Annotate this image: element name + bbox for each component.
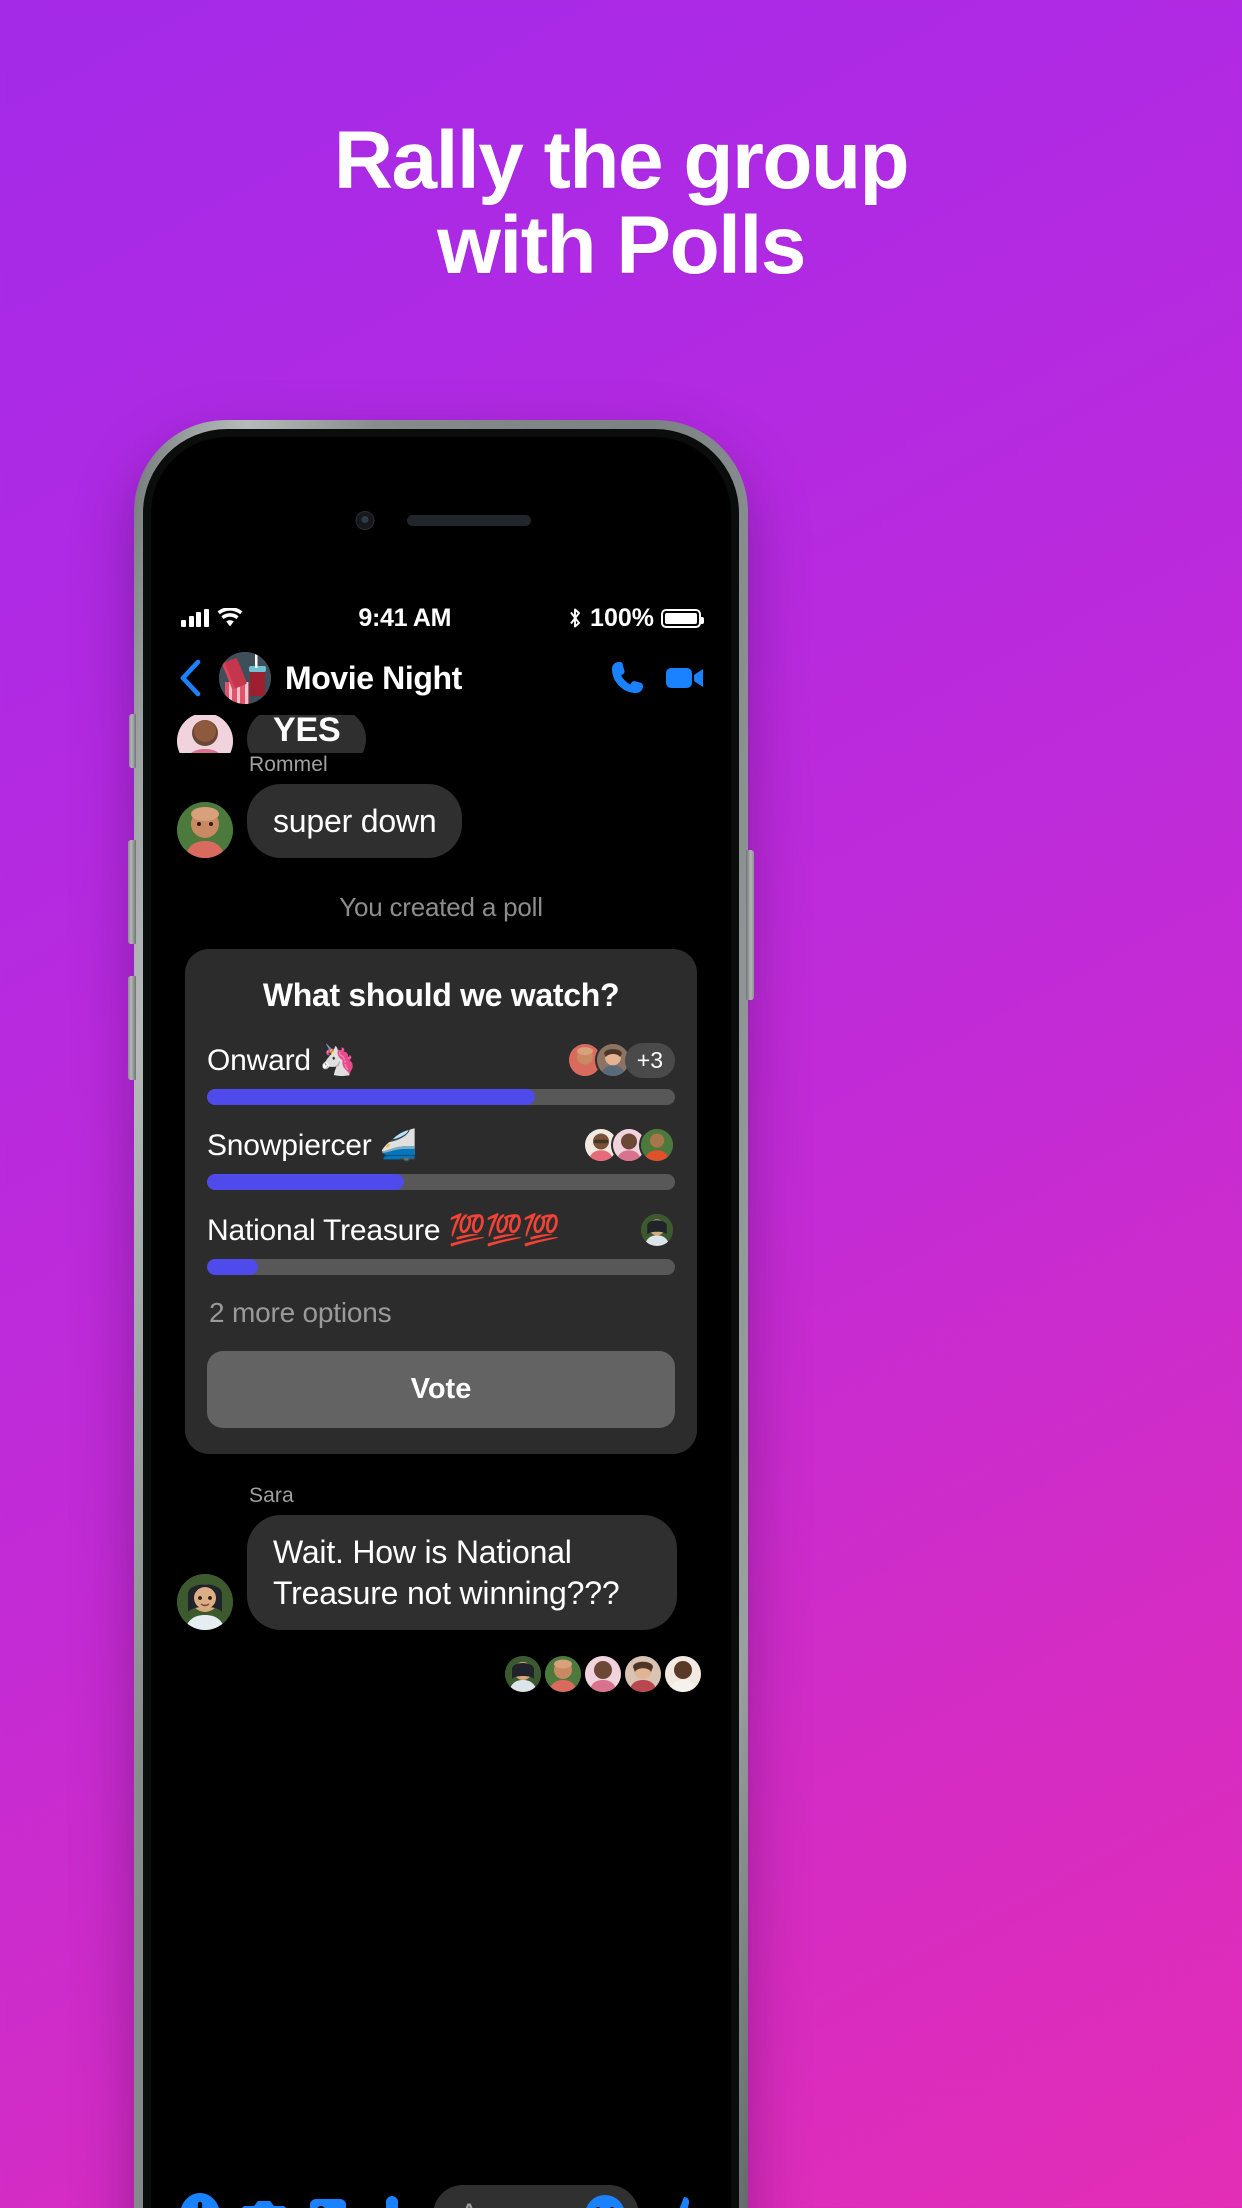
phone-screen: 9:41 AM 100% Movie Night YES Rommel supe… xyxy=(151,595,731,2208)
headline-line-2: with Polls xyxy=(437,200,806,292)
poll-option-voters[interactable]: +3 xyxy=(566,1042,675,1079)
clipped-message-row: YES xyxy=(177,715,705,753)
avatar[interactable] xyxy=(177,715,233,753)
poll-progress-fill xyxy=(207,1089,535,1106)
video-camera-icon[interactable] xyxy=(663,657,705,699)
volume-down-button[interactable] xyxy=(128,976,136,1080)
status-bar-right: 100% xyxy=(567,603,704,633)
status-bar-time: 9:41 AM xyxy=(358,603,452,632)
battery-percent-label: 100% xyxy=(590,603,654,632)
poll-progress-track xyxy=(207,1259,675,1276)
vote-button[interactable]: Vote xyxy=(207,1351,675,1429)
earpiece-speaker xyxy=(407,515,531,526)
poll-option-voters[interactable] xyxy=(639,1212,675,1249)
group-avatar-movie-tickets[interactable] xyxy=(219,652,271,704)
phone-bezel: 9:41 AM 100% Movie Night YES Rommel supe… xyxy=(151,437,731,2208)
cellular-bars-icon xyxy=(181,609,209,627)
voter-avatar[interactable] xyxy=(639,1212,675,1249)
message-list[interactable]: YES Rommel super down You created a poll… xyxy=(151,715,731,2152)
message-row: Wait. How is National Treasure not winni… xyxy=(177,1515,705,1630)
power-button[interactable] xyxy=(746,850,754,1000)
volume-up-button[interactable] xyxy=(128,840,136,944)
poll-progress-track xyxy=(207,1089,675,1106)
status-bar-left xyxy=(181,608,243,628)
seen-avatar[interactable] xyxy=(545,1655,581,1692)
chat-header: Movie Night xyxy=(151,641,731,715)
camera-icon[interactable] xyxy=(241,2192,287,2208)
thumbs-up-icon[interactable] xyxy=(657,2191,705,2208)
message-input-placeholder: Aa xyxy=(459,2198,583,2208)
seen-avatar[interactable] xyxy=(665,1655,701,1692)
poll-option-label: Snowpiercer 🚄 xyxy=(207,1128,417,1162)
message-row: super down xyxy=(177,784,705,859)
poll-progress-fill xyxy=(207,1174,404,1191)
avatar[interactable] xyxy=(177,1573,233,1630)
front-camera-icon xyxy=(355,511,375,530)
wifi-icon xyxy=(217,608,242,627)
status-bar: 9:41 AM 100% xyxy=(151,595,731,641)
mute-switch[interactable] xyxy=(129,714,136,768)
plus-circle-icon[interactable] xyxy=(177,2192,223,2208)
message-bubble[interactable]: Wait. How is National Treasure not winni… xyxy=(247,1515,677,1630)
poll-option-label: Onward 🦄 xyxy=(207,1043,357,1077)
seen-by-avatars xyxy=(177,1655,705,1692)
chat-title[interactable]: Movie Night xyxy=(285,660,593,697)
smiley-face-icon[interactable] xyxy=(583,2193,627,2208)
poll-progress-fill xyxy=(207,1259,259,1276)
photo-gallery-icon[interactable] xyxy=(305,2192,351,2208)
phone-icon[interactable] xyxy=(607,657,649,699)
bluetooth-icon xyxy=(570,608,580,628)
poll-title: What should we watch? xyxy=(262,977,620,1014)
poll-progress-track xyxy=(207,1174,675,1191)
poll-option[interactable]: National Treasure 💯💯💯 xyxy=(207,1212,675,1276)
poll-extra-voters-count[interactable]: +3 xyxy=(624,1042,675,1078)
avatar[interactable] xyxy=(177,802,233,859)
phone-body: 9:41 AM 100% Movie Night YES Rommel supe… xyxy=(143,429,739,2208)
system-note: You created a poll xyxy=(339,892,543,923)
seen-avatar[interactable] xyxy=(625,1655,661,1692)
seen-avatar[interactable] xyxy=(505,1655,541,1692)
poll-option-voters[interactable] xyxy=(583,1127,675,1164)
poll-option-label: National Treasure 💯💯💯 xyxy=(207,1213,560,1247)
message-composer: Aa xyxy=(151,2160,731,2208)
message-bubble[interactable]: super down xyxy=(247,784,463,859)
microphone-icon[interactable] xyxy=(369,2192,415,2208)
battery-full-icon xyxy=(661,608,704,628)
promo-headline: Rally the group with Polls xyxy=(0,118,1242,289)
message-sender-name: Rommel xyxy=(249,753,328,776)
poll-option[interactable]: Snowpiercer 🚄 xyxy=(207,1127,675,1191)
headline-line-1: Rally the group xyxy=(333,115,910,206)
poll-card[interactable]: What should we watch? Onward 🦄 +3 Snowpi… xyxy=(185,949,697,1455)
message-input[interactable]: Aa xyxy=(433,2185,639,2208)
poll-option[interactable]: Onward 🦄 +3 xyxy=(207,1042,675,1106)
message-sender-name: Sara xyxy=(249,1484,294,1508)
phone-mockup: 9:41 AM 100% Movie Night YES Rommel supe… xyxy=(128,420,754,2208)
voter-avatar[interactable] xyxy=(639,1127,675,1164)
seen-avatar[interactable] xyxy=(585,1655,621,1692)
back-chevron-icon[interactable] xyxy=(177,659,205,697)
message-bubble[interactable]: YES xyxy=(247,715,367,753)
poll-more-options-link[interactable]: 2 more options xyxy=(209,1297,675,1329)
